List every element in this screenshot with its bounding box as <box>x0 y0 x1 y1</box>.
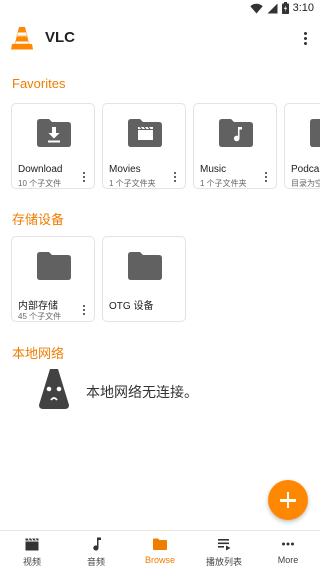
nav-browse[interactable]: Browse <box>128 531 192 571</box>
card-name: OTG 设备 <box>109 301 154 312</box>
favorite-card-download[interactable]: Download 10 个子文件 <box>11 103 95 189</box>
music-folder-icon <box>219 119 253 147</box>
nav-label: Browse <box>144 555 175 565</box>
storage-card-otg[interactable]: OTG 设备 <box>102 236 186 322</box>
card-more-button[interactable] <box>172 170 178 184</box>
favorite-card-movies[interactable]: Movies 1 个子文件夹 <box>102 103 186 189</box>
nav-label: 音频 <box>86 557 105 567</box>
folder-icon <box>153 538 167 550</box>
folder-icon <box>128 252 162 280</box>
card-more-button[interactable] <box>263 170 269 184</box>
nav-audio[interactable]: 音频 <box>64 531 128 571</box>
nav-label: 播放列表 <box>205 557 242 567</box>
nav-more[interactable]: More <box>256 531 320 571</box>
more-icon <box>282 542 294 546</box>
network-cone-icon <box>39 369 69 409</box>
card-name: Movies <box>109 164 141 175</box>
favorite-card-podcasts[interactable]: Podca 目录为空 <box>284 103 320 189</box>
nav-label: 视频 <box>22 557 41 567</box>
bottom-navigation: 视频 音频 Browse 播放列表 More <box>0 530 320 571</box>
card-more-button[interactable] <box>81 170 87 184</box>
card-subtitle: 10 个子文件 <box>18 179 62 188</box>
network-title: 本地网络 <box>12 346 65 361</box>
card-name: 内部存储 <box>18 301 58 312</box>
card-more-button[interactable] <box>81 303 87 317</box>
folder-icon <box>310 119 320 147</box>
card-name: Podca <box>291 164 320 175</box>
card-name: Download <box>18 164 63 175</box>
movies-folder-icon <box>128 119 162 147</box>
content-area: Favorites Download 10 个子文件 Movies 1 个子文件… <box>0 0 320 570</box>
favorite-card-music[interactable]: Music 1 个子文件夹 <box>193 103 277 189</box>
card-subtitle: 45 个子文件 <box>18 312 62 321</box>
add-fab-button[interactable] <box>268 480 308 520</box>
favorites-title: Favorites <box>12 76 66 91</box>
card-subtitle: 1 个子文件夹 <box>109 179 156 188</box>
card-subtitle: 目录为空 <box>291 179 320 188</box>
nav-label: More <box>277 555 299 565</box>
storage-card-internal[interactable]: 内部存储 45 个子文件 <box>11 236 95 322</box>
network-empty-text: 本地网络无连接。 <box>86 384 198 400</box>
download-folder-icon <box>37 119 71 147</box>
card-name: Music <box>200 164 227 175</box>
nav-playlists[interactable]: 播放列表 <box>192 531 256 571</box>
music-note-icon <box>93 537 101 551</box>
folder-icon <box>37 252 71 280</box>
storage-title: 存储设备 <box>12 212 65 227</box>
video-icon <box>25 538 39 551</box>
playlist-icon <box>218 539 231 551</box>
card-subtitle: 1 个子文件夹 <box>200 179 247 188</box>
nav-video[interactable]: 视频 <box>0 531 64 571</box>
